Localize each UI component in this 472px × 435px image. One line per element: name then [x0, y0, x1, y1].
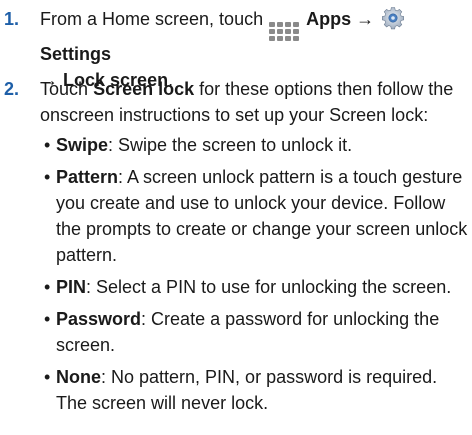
- arrow-separator: →: [356, 9, 375, 29]
- apps-grid-icon: [269, 22, 300, 41]
- option-term: None: [56, 367, 101, 387]
- apps-label: Apps: [306, 9, 352, 29]
- option-term: Swipe: [56, 135, 109, 155]
- list-item: • PIN: Select a PIN to use for unlocking…: [40, 274, 468, 300]
- bullet-icon: •: [44, 309, 51, 329]
- screen-lock-label: Screen lock: [93, 79, 195, 99]
- step-text: Touch Screen lock for these options then…: [40, 76, 468, 416]
- step-number: 1.: [4, 9, 20, 29]
- option-description: : A screen unlock pattern is a touch ges…: [56, 167, 468, 265]
- option-term: PIN: [56, 277, 87, 297]
- bullet-icon: •: [44, 167, 51, 187]
- list-item: • Pattern: A screen unlock pattern is a …: [40, 164, 468, 268]
- option-term: Pattern: [56, 167, 119, 187]
- step-intro-text: Touch: [40, 79, 89, 99]
- gear-icon: [382, 7, 405, 30]
- list-item: • Swipe: Swipe the screen to unlock it.: [40, 132, 468, 158]
- option-description: : Swipe the screen to unlock it.: [108, 135, 353, 155]
- bullet-icon: •: [44, 135, 51, 155]
- option-term: Password: [56, 309, 142, 329]
- step-2: 2. Touch Screen lock for these options t…: [0, 76, 472, 422]
- step-number: 2.: [4, 79, 20, 99]
- list-item: • Password: Create a password for unlock…: [40, 306, 468, 358]
- option-description: : Select a PIN to use for unlocking the …: [86, 277, 452, 297]
- screen-lock-options-list: • Swipe: Swipe the screen to unlock it. …: [40, 132, 468, 416]
- step-intro-text: From a Home screen, touch: [40, 9, 264, 29]
- settings-label: Settings: [40, 44, 112, 64]
- list-item: • None: No pattern, PIN, or password is …: [40, 364, 468, 416]
- bullet-icon: •: [44, 367, 51, 387]
- bullet-icon: •: [44, 277, 51, 297]
- option-description: : No pattern, PIN, or password is requir…: [56, 367, 438, 413]
